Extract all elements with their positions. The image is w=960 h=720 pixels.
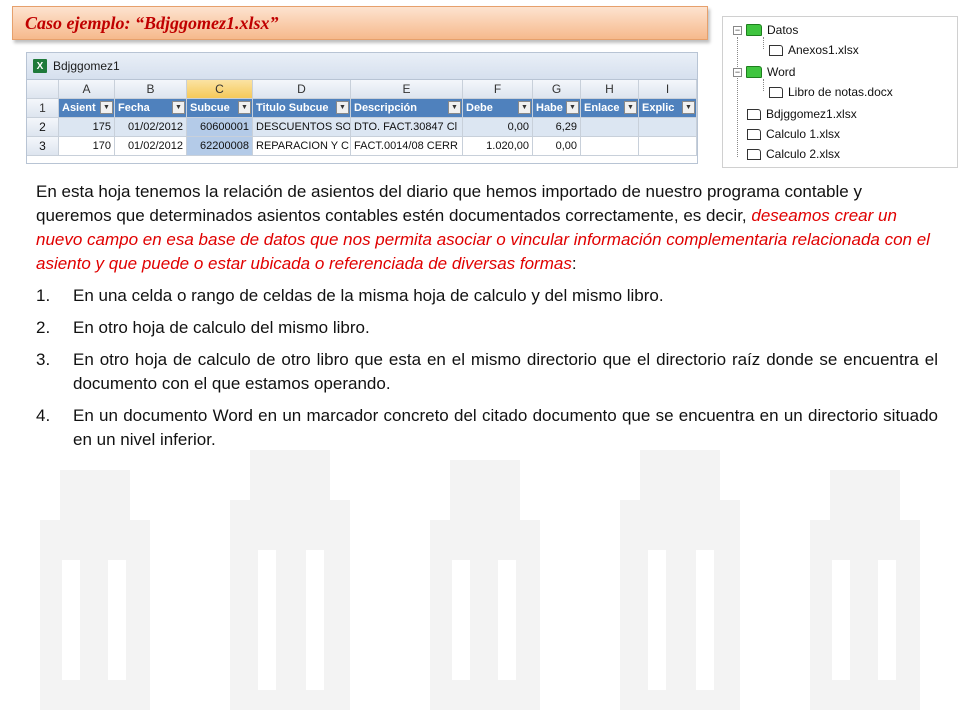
column-header-row: A B C D E F G H I — [27, 80, 697, 99]
filter-dropdown-icon[interactable]: ▼ — [172, 101, 185, 114]
column-header-b[interactable]: B — [115, 80, 187, 99]
table-cell[interactable]: 170 — [59, 137, 115, 156]
file-icon — [747, 128, 761, 140]
tree-node-label: Calculo 2.xlsx — [766, 147, 841, 161]
spreadsheet-screenshot: X Bdjggomez1 A B C D E F G H I 1 Asient ▼… — [26, 52, 698, 164]
file-icon — [747, 148, 761, 160]
column-header-h[interactable]: H — [581, 80, 639, 99]
filter-dropdown-icon[interactable]: ▼ — [518, 101, 531, 114]
field-header[interactable]: Enlace ▼ — [581, 99, 639, 118]
column-header-d[interactable]: D — [253, 80, 351, 99]
table-cell[interactable]: 62200008 — [187, 137, 253, 156]
field-header[interactable]: Debe ▼ — [463, 99, 533, 118]
slide-body: En esta hoja tenemos la relación de asie… — [36, 180, 938, 460]
sheet-grid: A B C D E F G H I 1 Asient ▼ Fecha ▼ Subcu… — [27, 80, 697, 156]
file-icon — [769, 44, 783, 56]
excel-icon: X — [33, 59, 47, 73]
intro-paragraph: En esta hoja tenemos la relación de asie… — [36, 182, 930, 273]
sheet-window-title: Bdjggomez1 — [53, 59, 120, 73]
filter-dropdown-icon[interactable]: ▼ — [336, 101, 349, 114]
file-tree: − Datos Anexos1.xlsx − Word Libro de not… — [722, 16, 958, 168]
tree-node-file[interactable]: Libro de notas.docx — [769, 83, 893, 101]
filter-dropdown-icon[interactable]: ▼ — [100, 101, 113, 114]
column-header-e[interactable]: E — [351, 80, 463, 99]
folder-icon — [746, 66, 762, 78]
tree-node-label: Anexos1.xlsx — [788, 43, 859, 57]
file-icon — [769, 86, 783, 98]
tree-node-label: Word — [767, 65, 796, 79]
tree-node-label: Bdjggomez1.xlsx — [766, 107, 857, 121]
table-cell[interactable]: 01/02/2012 — [115, 137, 187, 156]
field-header[interactable]: Fecha ▼ — [115, 99, 187, 118]
column-header-g[interactable]: G — [533, 80, 581, 99]
table-row: 3 170 01/02/2012 62200008 REPARACION Y C… — [27, 137, 697, 156]
tree-node-label: Libro de notas.docx — [788, 85, 893, 99]
column-header-a[interactable]: A — [59, 80, 115, 99]
list-item: 2. En otro hoja de calculo del mismo libr… — [36, 318, 370, 337]
corner-cell[interactable] — [27, 80, 59, 99]
tree-node-file[interactable]: Calculo 1.xlsx — [747, 125, 840, 143]
options-list: 1. En una celda o rango de celdas de la m… — [36, 284, 938, 452]
table-cell[interactable] — [581, 118, 639, 137]
table-row: 2 175 01/02/2012 60600001 DESCUENTOS SO … — [27, 118, 697, 137]
filter-dropdown-icon[interactable]: ▼ — [448, 101, 461, 114]
table-cell[interactable]: 175 — [59, 118, 115, 137]
field-header[interactable]: Subcue ▼ — [187, 99, 253, 118]
tree-node-folder[interactable]: − Datos — [733, 21, 798, 39]
column-header-i[interactable]: I — [639, 80, 697, 99]
list-item: 3. En otro hoja de calculo de otro libro … — [36, 350, 938, 393]
table-cell[interactable]: DTO. FACT.30847 Cl — [351, 118, 463, 137]
table-cell[interactable]: 01/02/2012 — [115, 118, 187, 137]
column-header-f[interactable]: F — [463, 80, 533, 99]
table-cell[interactable]: FACT.0014/08 CERR — [351, 137, 463, 156]
slide-title-box: Caso ejemplo: “Bdjggomez1.xlsx” — [12, 6, 708, 40]
table-cell[interactable]: 6,29 — [533, 118, 581, 137]
field-header[interactable]: Habe ▼ — [533, 99, 581, 118]
list-item: 4. En un documento Word en un marcador co… — [36, 406, 938, 449]
filter-dropdown-icon[interactable]: ▼ — [682, 101, 695, 114]
table-cell[interactable]: 0,00 — [533, 137, 581, 156]
collapse-icon[interactable]: − — [733, 67, 742, 77]
row-header[interactable]: 1 — [27, 99, 59, 118]
row-header[interactable]: 3 — [27, 137, 59, 156]
table-cell[interactable]: REPARACION Y C — [253, 137, 351, 156]
table-cell[interactable]: 60600001 — [187, 118, 253, 137]
tree-node-label: Calculo 1.xlsx — [766, 127, 841, 141]
tree-node-file[interactable]: Calculo 2.xlsx — [747, 145, 840, 163]
folder-icon — [746, 24, 762, 36]
filter-dropdown-icon[interactable]: ▼ — [624, 101, 637, 114]
table-cell[interactable] — [639, 137, 697, 156]
tree-node-file[interactable]: Anexos1.xlsx — [769, 41, 859, 59]
field-header[interactable]: Titulo Subcue ▼ — [253, 99, 351, 118]
slide-title: Caso ejemplo: “Bdjggomez1.xlsx” — [25, 12, 279, 33]
list-item: 1. En una celda o rango de celdas de la m… — [36, 286, 664, 305]
filter-dropdown-icon[interactable]: ▼ — [566, 101, 579, 114]
collapse-icon[interactable]: − — [733, 25, 742, 35]
tree-node-file[interactable]: Bdjggomez1.xlsx — [747, 105, 857, 123]
table-cell[interactable]: 0,00 — [463, 118, 533, 137]
sheet-titlebar: X Bdjggomez1 — [27, 53, 697, 80]
row-header[interactable]: 2 — [27, 118, 59, 137]
table-header-row: 1 Asient ▼ Fecha ▼ Subcue ▼ Titulo Subcue ▼ … — [27, 99, 697, 118]
table-cell[interactable] — [639, 118, 697, 137]
tree-node-label: Datos — [767, 23, 799, 37]
field-header[interactable]: Explic ▼ — [639, 99, 697, 118]
file-icon — [747, 108, 761, 120]
table-cell[interactable]: DESCUENTOS SO — [253, 118, 351, 137]
table-cell[interactable] — [581, 137, 639, 156]
table-cell[interactable]: 1.020,00 — [463, 137, 533, 156]
field-header[interactable]: Descripción ▼ — [351, 99, 463, 118]
column-header-c[interactable]: C — [187, 80, 253, 99]
tree-node-folder[interactable]: − Word — [733, 63, 795, 81]
field-header[interactable]: Asient ▼ — [59, 99, 115, 118]
filter-dropdown-icon[interactable]: ▼ — [238, 101, 251, 114]
